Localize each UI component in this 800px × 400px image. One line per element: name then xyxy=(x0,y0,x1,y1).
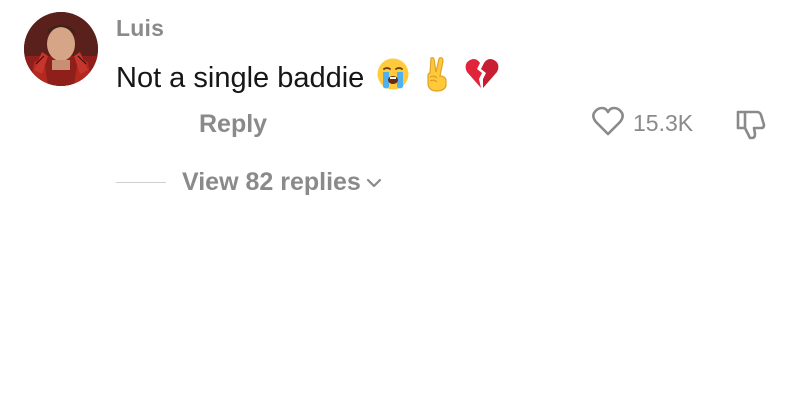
comment-text: Not a single baddie xyxy=(116,61,365,94)
victory-hand-icon xyxy=(422,56,452,100)
username[interactable]: Luis xyxy=(116,15,164,42)
broken-heart-icon xyxy=(464,57,500,99)
reply-button[interactable]: Reply xyxy=(199,110,267,139)
loudly-crying-face-icon xyxy=(376,57,410,99)
chevron-down-icon xyxy=(365,176,383,194)
thumbs-down-icon[interactable] xyxy=(733,107,767,146)
comment-item: Luis Not a single baddie Reply 15.3K Vie… xyxy=(0,0,800,400)
emoji-group xyxy=(376,56,500,100)
divider xyxy=(116,182,166,183)
like-button[interactable]: 15.3K xyxy=(591,105,693,142)
like-count: 15.3K xyxy=(633,110,694,136)
avatar[interactable] xyxy=(24,12,98,86)
view-replies-label: View 82 replies xyxy=(182,168,361,196)
comment-body: Not a single baddie xyxy=(116,56,500,100)
view-replies-button[interactable]: View 82 replies xyxy=(116,168,383,197)
heart-icon[interactable] xyxy=(591,105,625,142)
